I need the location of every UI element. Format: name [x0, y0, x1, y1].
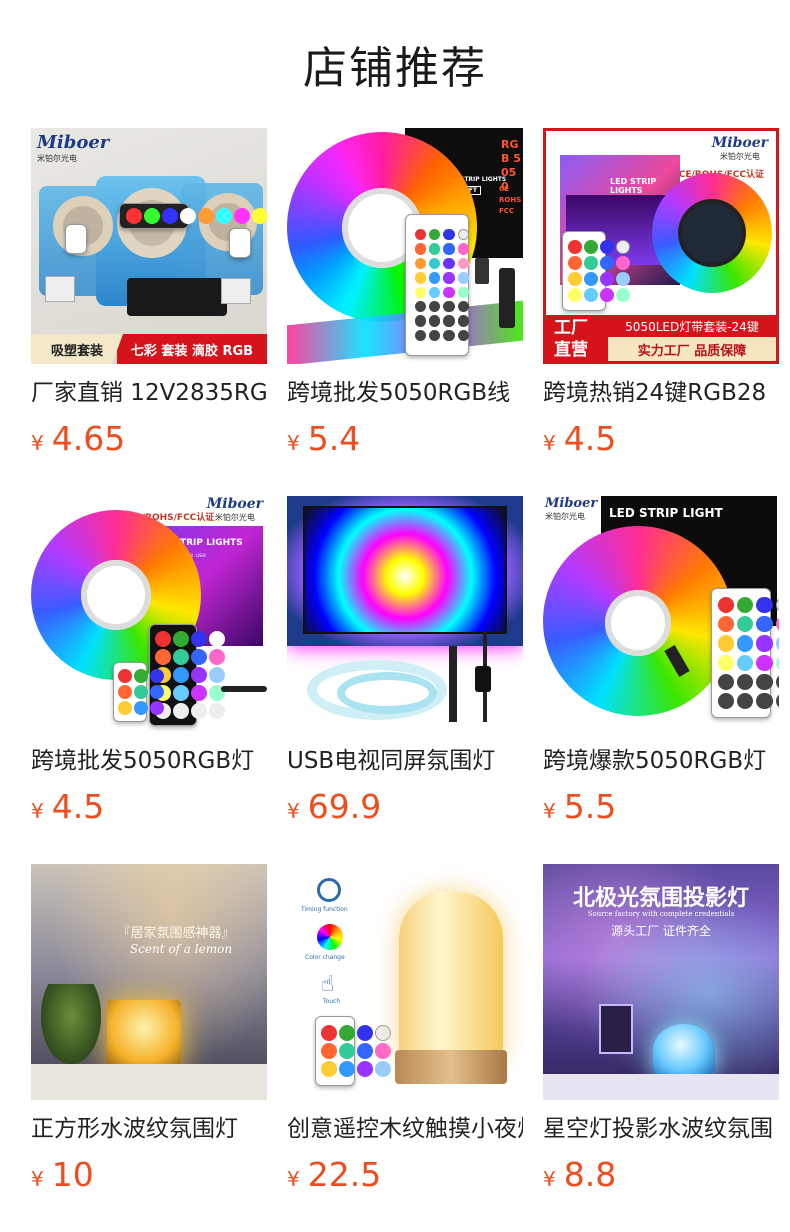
- price-value: 69.9: [307, 787, 382, 826]
- product-title[interactable]: USB电视同屏氛围灯: [287, 745, 523, 777]
- product-card[interactable]: Miboer 米铂尔光电 LED STRIP LIGHT 跨境爆款5050RGB灯: [543, 496, 779, 864]
- product-title[interactable]: 跨境批发5050RGB线: [287, 377, 523, 409]
- product-price: ¥ 4.5: [543, 419, 779, 458]
- currency-symbol: ¥: [287, 799, 300, 823]
- product-title[interactable]: 跨境热销24键RGB28: [543, 377, 779, 409]
- currency-symbol: ¥: [287, 431, 300, 455]
- currency-symbol: ¥: [31, 1167, 44, 1191]
- price-value: 5.4: [307, 419, 361, 458]
- product-price: ¥ 4.5: [31, 787, 267, 826]
- currency-symbol: ¥: [543, 799, 556, 823]
- feature-label: Timing function: [301, 906, 348, 913]
- night-lamp: [399, 892, 503, 1060]
- product-card[interactable]: 『居家氛围感神器』 Scent of a lemon 正方形水波纹氛围灯 ¥ 1…: [31, 864, 267, 1232]
- product-card[interactable]: 北极光氛围投影灯 Source factory with complete cr…: [543, 864, 779, 1232]
- ribbon-left-label: 吸塑套装: [31, 334, 123, 364]
- product-card[interactable]: USB电视同屏氛围灯 ¥ 69.9: [287, 496, 523, 864]
- product-price: ¥ 8.8: [543, 1155, 779, 1194]
- product-title[interactable]: 跨境批发5050RGB灯: [31, 745, 267, 777]
- product-card[interactable]: Miboer米铂尔光电 CE/ROHS/FCC认证 LED STRIP LIGH…: [543, 128, 779, 496]
- page-title: 店铺推荐: [303, 43, 487, 94]
- touch-icon: ☝: [321, 972, 335, 997]
- overlay-headline: 『居家氛围感神器』: [117, 926, 235, 941]
- product-card[interactable]: Miboer米铂尔光电 CE/ROHS/FCC认证 LED STRIP LIGH…: [31, 496, 267, 864]
- product-image[interactable]: Miboer米铂尔光电 CE/ROHS/FCC认证 LED STRIP LIGH…: [31, 496, 267, 732]
- product-price: ¥ 69.9: [287, 787, 523, 826]
- promo-banner: 5050LED灯带套装-24键 实力工厂 品质保障: [608, 315, 776, 361]
- product-image[interactable]: Miboer 米铂尔光电 LED STRIP LIGHT: [543, 496, 779, 732]
- feature-label: Touch: [323, 998, 341, 1005]
- product-card[interactable]: Miboer 米铂尔光电 吸塑套装 七彩 套装 滴胶 RGB 厂家直销 12V2…: [31, 128, 267, 496]
- price-value: 8.8: [563, 1155, 617, 1194]
- product-card[interactable]: LED STRIP LIGHTS 65.6FT RGB 5050 CE ROHS…: [287, 128, 523, 496]
- product-image[interactable]: Miboer 米铂尔光电 吸塑套装 七彩 套装 滴胶 RGB: [31, 128, 267, 364]
- brand-logo: Miboer 米铂尔光电: [545, 496, 598, 521]
- projector-lamp: [653, 1024, 715, 1076]
- brand-logo: Miboer 米铂尔光电: [711, 135, 768, 161]
- section-header: 店铺推荐: [0, 0, 790, 128]
- product-price: ¥ 22.5: [287, 1155, 523, 1194]
- product-title[interactable]: 跨境爆款5050RGB灯: [543, 745, 779, 777]
- product-image[interactable]: Timing function Color change ☝ Touch: [287, 864, 523, 1100]
- product-card[interactable]: Timing function Color change ☝ Touch 创意遥…: [287, 864, 523, 1232]
- product-title[interactable]: 创意遥控木纹触摸小夜灯: [287, 1113, 523, 1145]
- color-wheel-icon: [317, 924, 343, 950]
- currency-symbol: ¥: [31, 431, 44, 455]
- product-grid: Miboer 米铂尔光电 吸塑套装 七彩 套装 滴胶 RGB 厂家直销 12V2…: [31, 128, 779, 1232]
- product-image[interactable]: 『居家氛围感神器』 Scent of a lemon: [31, 864, 267, 1100]
- product-title[interactable]: 厂家直销 12V2835RGB: [31, 377, 267, 409]
- product-image[interactable]: LED STRIP LIGHTS 65.6FT RGB 5050 CE ROHS…: [287, 128, 523, 364]
- overlay-tagline: 源头工厂 证件齐全: [611, 924, 711, 938]
- product-title[interactable]: 星空灯投影水波纹氛围: [543, 1113, 779, 1145]
- price-value: 10: [51, 1155, 94, 1194]
- feature-label: Color change: [305, 954, 345, 961]
- promo-ribbon: 吸塑套装 七彩 套装 滴胶 RGB: [31, 334, 267, 364]
- product-image[interactable]: [287, 496, 523, 732]
- brand-logo: Miboer 米铂尔光电: [37, 132, 110, 163]
- factory-stamp: 工厂 直营: [546, 315, 610, 361]
- product-price: ¥ 5.4: [287, 419, 523, 458]
- price-value: 4.5: [51, 787, 105, 826]
- overlay-headline: 北极光氛围投影灯: [572, 885, 749, 911]
- tv-screen: [303, 506, 507, 634]
- currency-symbol: ¥: [31, 799, 44, 823]
- product-price: ¥ 5.5: [543, 787, 779, 826]
- currency-symbol: ¥: [543, 431, 556, 455]
- price-value: 4.65: [51, 419, 126, 458]
- product-image[interactable]: 北极光氛围投影灯 Source factory with complete cr…: [543, 864, 779, 1100]
- product-price: ¥ 4.65: [31, 419, 267, 458]
- price-value: 5.5: [563, 787, 617, 826]
- product-title[interactable]: 正方形水波纹氛围灯: [31, 1113, 267, 1145]
- brand-logo: Miboer 米铂尔光电: [206, 496, 263, 522]
- ribbon-right-label: 七彩 套装 滴胶 RGB: [117, 334, 267, 364]
- cube-lamp: [107, 1000, 181, 1070]
- product-image[interactable]: Miboer米铂尔光电 CE/ROHS/FCC认证 LED STRIP LIGH…: [543, 128, 779, 364]
- price-value: 22.5: [307, 1155, 382, 1194]
- timer-icon: [317, 878, 341, 902]
- overlay-script: Scent of a lemon: [129, 942, 233, 956]
- currency-symbol: ¥: [543, 1167, 556, 1191]
- product-price: ¥ 10: [31, 1155, 267, 1194]
- overlay-subtitle: Source factory with complete credentials: [587, 910, 735, 918]
- price-value: 4.5: [563, 419, 617, 458]
- currency-symbol: ¥: [287, 1167, 300, 1191]
